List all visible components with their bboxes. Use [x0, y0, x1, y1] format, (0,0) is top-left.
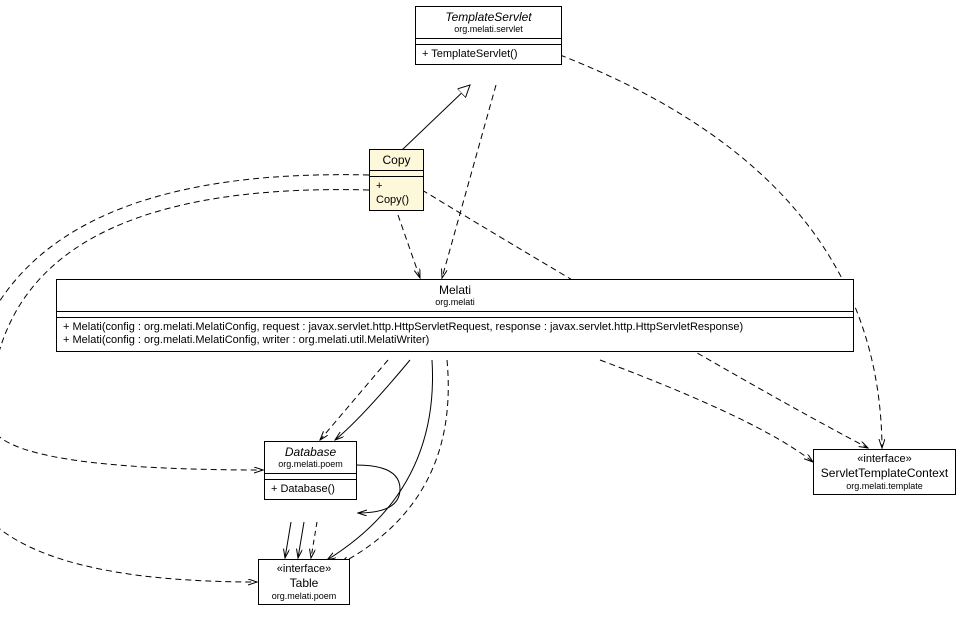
class-copy: Copy + Copy(): [369, 149, 424, 211]
class-header: Database org.melati.poem: [265, 442, 356, 474]
class-package: org.melati.poem: [265, 591, 343, 602]
class-name: Melati: [63, 283, 847, 297]
class-table: «interface» Table org.melati.poem: [258, 559, 350, 605]
class-header: «interface» ServletTemplateContext org.m…: [814, 450, 955, 494]
class-ops-compartment: + Copy(): [370, 177, 423, 209]
class-servlet-template-context: «interface» ServletTemplateContext org.m…: [813, 449, 956, 495]
class-ops-compartment: + TemplateServlet(): [416, 45, 561, 64]
class-name: Database: [271, 445, 350, 459]
class-op: + Database(): [271, 483, 350, 496]
class-op: + Melati(config : org.melati.MelatiConfi…: [63, 334, 847, 347]
class-package: org.melati: [63, 297, 847, 308]
class-package: org.melati.servlet: [422, 24, 555, 35]
class-name: TemplateServlet: [422, 10, 555, 24]
class-stereotype: «interface»: [820, 453, 949, 466]
class-op: + Copy(): [376, 180, 417, 206]
class-database: Database org.melati.poem + Database(): [264, 441, 357, 500]
class-header: Melati org.melati: [57, 280, 853, 312]
class-package: org.melati.poem: [271, 459, 350, 470]
class-ops-compartment: + Melati(config : org.melati.MelatiConfi…: [57, 318, 853, 350]
class-name: ServletTemplateContext: [820, 466, 949, 480]
class-op: + Melati(config : org.melati.MelatiConfi…: [63, 321, 847, 334]
class-name: Table: [265, 576, 343, 590]
class-header: TemplateServlet org.melati.servlet: [416, 7, 561, 39]
class-package: org.melati.template: [820, 481, 949, 492]
class-header: Copy: [370, 150, 423, 171]
class-melati: Melati org.melati + Melati(config : org.…: [56, 279, 854, 352]
class-ops-compartment: + Database(): [265, 480, 356, 499]
class-template-servlet: TemplateServlet org.melati.servlet + Tem…: [415, 6, 562, 65]
class-stereotype: «interface»: [265, 563, 343, 576]
class-op: + TemplateServlet(): [422, 48, 555, 61]
class-name: Copy: [376, 153, 417, 167]
class-header: «interface» Table org.melati.poem: [259, 560, 349, 604]
